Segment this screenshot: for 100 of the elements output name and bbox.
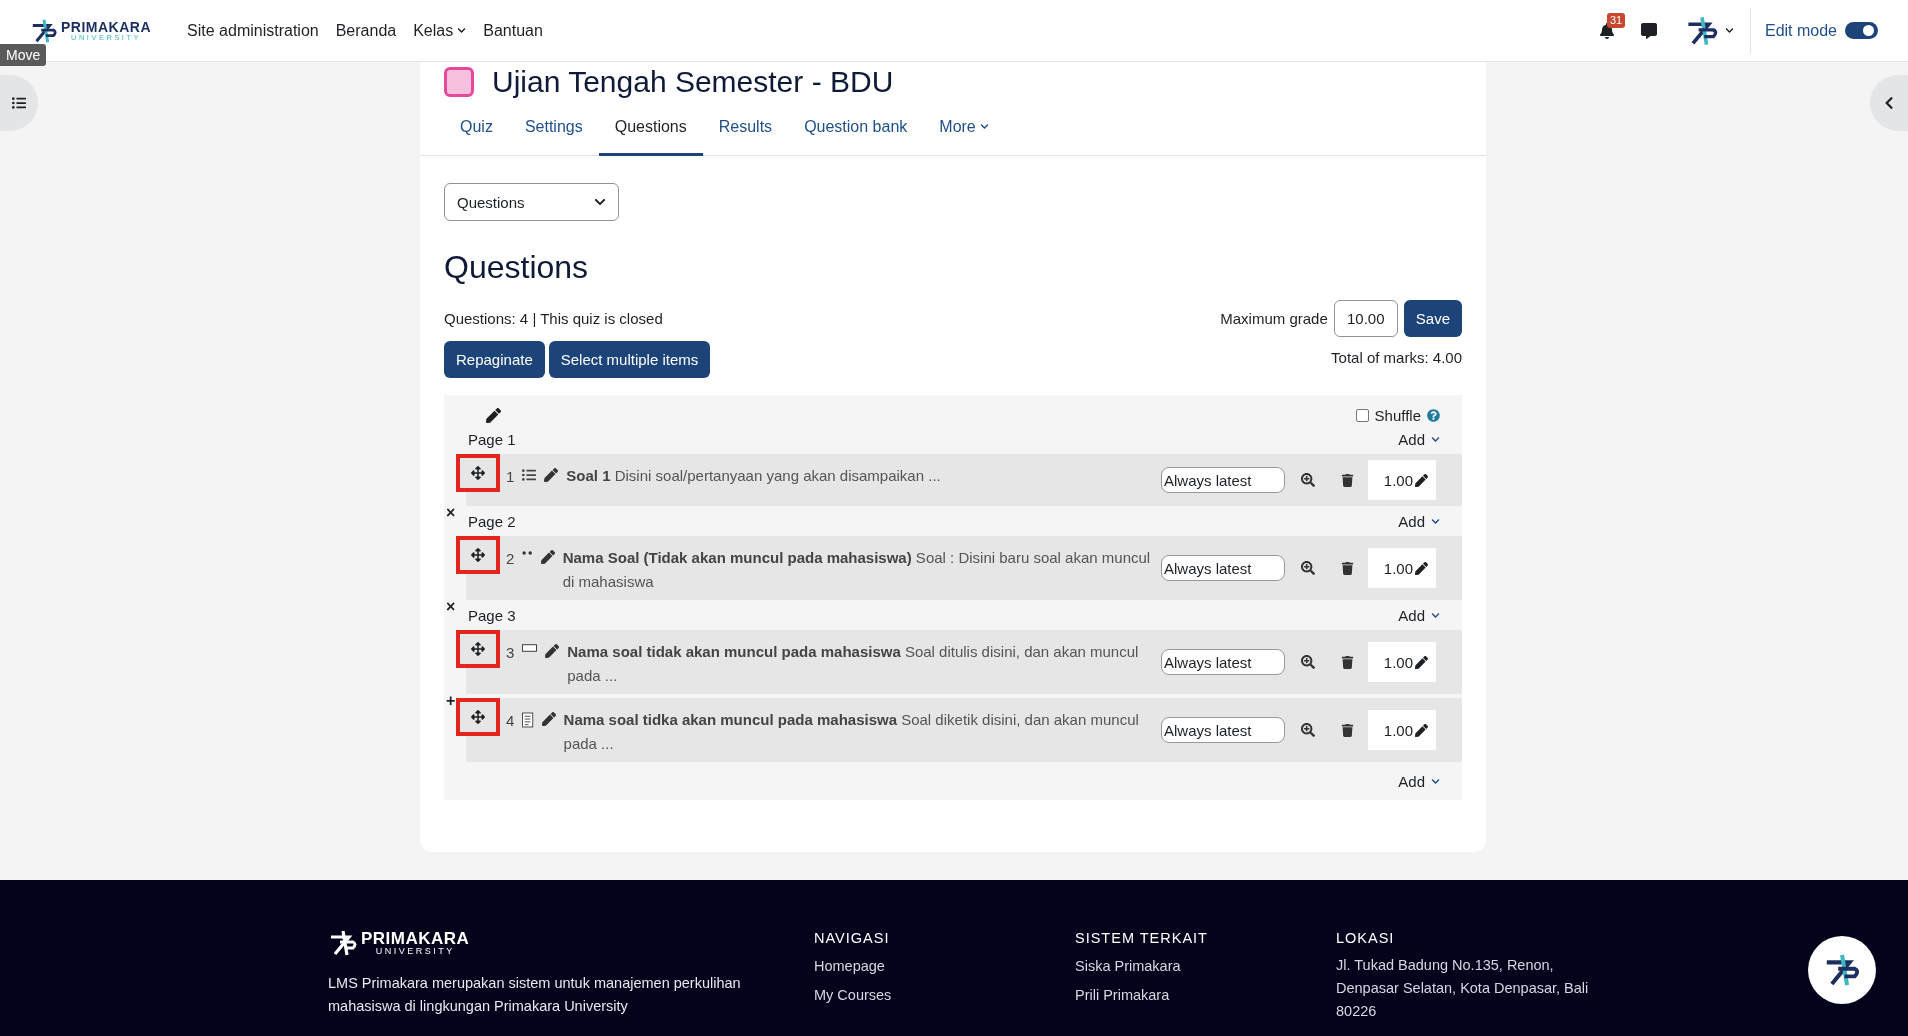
nav-link[interactable]: Beranda	[335, 21, 397, 40]
footer-address: Jl. Tukad Badung No.135, Renon, Denpasar Selatan, Kota Denpasar, Bali 80226	[1336, 956, 1590, 1021]
tab[interactable]: Settings	[508, 100, 599, 156]
pencil-icon[interactable]	[541, 712, 556, 726]
tab[interactable]: Questions	[598, 100, 703, 156]
notification-badge: 31	[1606, 12, 1626, 28]
list-icon	[522, 468, 537, 482]
search-icon[interactable]	[1301, 473, 1315, 487]
version-select[interactable]: Always latest	[1161, 555, 1285, 581]
question-number: 3	[506, 644, 515, 661]
footer-heading: SISTEM TERKAIT	[1075, 930, 1209, 946]
pencil-icon[interactable]	[545, 644, 560, 658]
course-index-button[interactable]	[0, 75, 38, 131]
page-label: Page 2	[468, 512, 516, 530]
question-text[interactable]: Nama soal tidka akan muncul pada mahasiswa Soal diketik disini, dan akan muncul pada ...	[563, 708, 1151, 756]
page-label: Page 3	[468, 606, 516, 624]
tab[interactable]: More	[923, 100, 1005, 156]
footer-heading: NAVIGASI	[814, 930, 891, 946]
search-icon[interactable]	[1301, 723, 1315, 737]
footer-description: LMS Primakara merupakan sistem untuk manajemen perkulihan mahasiswa di lingkungan Primakara University	[328, 974, 742, 1016]
move-handle[interactable]	[456, 698, 500, 736]
caret-icon[interactable]	[1724, 26, 1734, 35]
add-menu[interactable]: Add	[1398, 512, 1440, 530]
version-select[interactable]: Always latest	[1161, 649, 1285, 675]
question-number: 4	[506, 712, 515, 729]
pencil-icon[interactable]	[486, 408, 501, 423]
list-icon	[12, 96, 26, 110]
brand-name: PRIMAKARA	[61, 19, 152, 34]
nav-link[interactable]: Kelas	[413, 21, 467, 40]
tab[interactable]: Quiz	[444, 100, 509, 156]
pencil-icon[interactable]	[540, 550, 555, 564]
max-grade-field[interactable]: 10.00	[1333, 300, 1398, 337]
tooltip: Move	[0, 44, 47, 66]
edit-mode-label: Edit mode	[1764, 21, 1837, 40]
question-number: 1	[506, 468, 515, 485]
footer-link[interactable]: My Courses	[814, 987, 1075, 1003]
move-handle[interactable]	[456, 536, 500, 574]
question-text[interactable]: Soal 1 Disini soal/pertanyaan yang akan disampaikan ...	[566, 464, 941, 488]
page-break-button[interactable]: ×	[446, 601, 456, 613]
total-marks: Total of marks: 4.00	[1331, 349, 1462, 366]
chat-icon[interactable]	[1640, 22, 1657, 39]
caret-icon	[979, 122, 989, 131]
footer-link[interactable]: Homepage	[814, 958, 1075, 974]
add-menu[interactable]: Add	[1398, 430, 1440, 448]
mark-field[interactable]: 1.00	[1368, 548, 1436, 588]
quiz-icon	[444, 67, 474, 97]
footer-heading: LOKASI	[1336, 930, 1396, 946]
nav-link[interactable]: Site administration	[187, 21, 319, 40]
quiz-summary: Questions: 4 | This quiz is closed	[444, 310, 663, 327]
question-text[interactable]: Nama Soal (Tidak akan muncul pada mahasiswa) Soal : Disini baru soal akan muncul di mahasiswa	[562, 546, 1151, 594]
move-handle[interactable]	[456, 630, 500, 668]
pencil-icon	[1415, 473, 1428, 487]
trash-icon[interactable]	[1341, 561, 1354, 575]
caret-icon	[594, 196, 606, 208]
trash-icon[interactable]	[1341, 655, 1354, 669]
help-icon[interactable]	[1427, 409, 1440, 422]
footer-brand-name: PRIMAKARA	[361, 930, 470, 947]
search-icon[interactable]	[1301, 655, 1315, 669]
save-button[interactable]: Save	[1403, 300, 1462, 337]
footer-link[interactable]: Siska Primakara	[1075, 958, 1336, 974]
page-title: Ujian Tengah Semester - BDU	[492, 64, 894, 100]
add-menu[interactable]: Add	[1398, 772, 1440, 790]
mark-field[interactable]: 1.00	[1368, 460, 1436, 500]
question-number: 2	[506, 550, 515, 567]
question-text[interactable]: Nama soal tidak akan muncul pada mahasiswa Soal ditulis disini, dan akan muncul pada ...	[567, 640, 1151, 688]
caret-icon	[457, 26, 467, 35]
caret-icon	[1431, 516, 1440, 526]
version-select[interactable]: Always latest	[1161, 467, 1285, 493]
pencil-icon	[1415, 561, 1428, 575]
section-heading: Questions	[444, 249, 590, 286]
footer-link[interactable]: Prili Primakara	[1075, 987, 1336, 1003]
footer-brand-subtitle: UNIVERSITY	[375, 947, 455, 956]
footer-logo-icon	[328, 928, 358, 958]
page-label: Page 1	[468, 430, 516, 448]
action-button[interactable]: Select multiple items	[548, 341, 711, 378]
page-break-button[interactable]: +	[446, 695, 456, 707]
caret-icon	[1431, 434, 1440, 444]
view-dropdown[interactable]: Questions	[444, 183, 619, 221]
tab[interactable]: Results	[702, 100, 789, 156]
caret-icon	[1431, 776, 1440, 786]
nav-link[interactable]: Bantuan	[483, 21, 543, 40]
trash-icon[interactable]	[1341, 723, 1354, 737]
edit-mode-toggle[interactable]	[1845, 22, 1878, 39]
action-button[interactable]: Repaginate	[444, 341, 545, 378]
mark-field[interactable]: 1.00	[1368, 710, 1436, 750]
max-grade-label: Maximum grade	[1220, 310, 1328, 327]
shuffle-label: Shuffle	[1374, 407, 1421, 424]
caret-icon	[1431, 610, 1440, 620]
pencil-icon[interactable]	[544, 468, 559, 482]
shuffle-checkbox[interactable]	[1355, 409, 1369, 422]
page-break-button[interactable]: ×	[446, 507, 456, 519]
pencil-icon	[1415, 723, 1428, 737]
version-select[interactable]: Always latest	[1161, 717, 1285, 743]
trash-icon[interactable]	[1341, 473, 1354, 487]
add-menu[interactable]: Add	[1398, 606, 1440, 624]
search-icon[interactable]	[1301, 561, 1315, 575]
tab[interactable]: Question bank	[788, 100, 924, 156]
move-handle[interactable]	[456, 454, 500, 492]
pencil-icon	[1415, 655, 1428, 669]
mark-field[interactable]: 1.00	[1368, 642, 1436, 682]
